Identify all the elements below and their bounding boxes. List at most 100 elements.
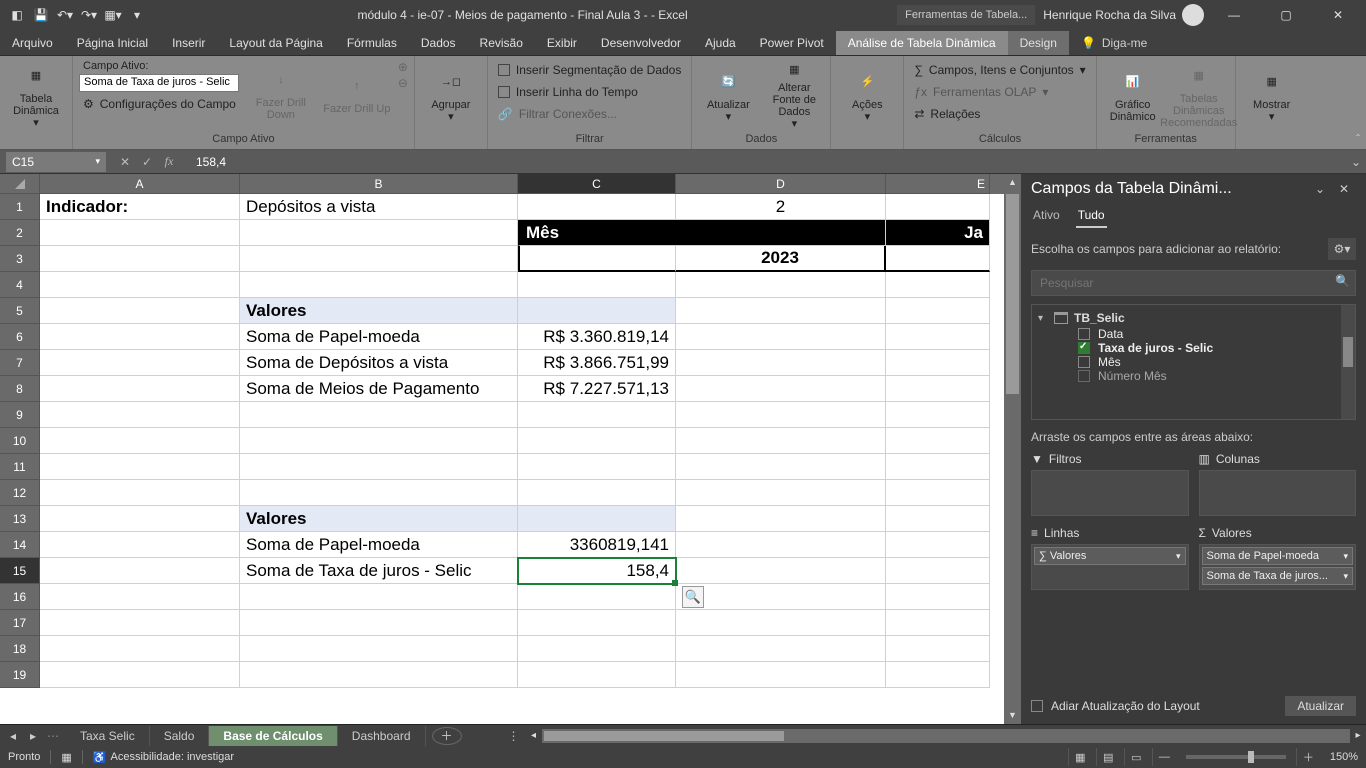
tab-dados[interactable]: Dados	[409, 31, 468, 55]
row-header[interactable]: 6	[0, 324, 40, 350]
fields-items-sets-button[interactable]: ∑Campos, Itens e Conjuntos ▾	[910, 60, 1089, 80]
collapse-ribbon-icon[interactable]: ˆ	[1356, 132, 1360, 146]
refresh-button[interactable]: 🔄Atualizar▾	[698, 60, 758, 130]
sheet-tab-taxa-selic[interactable]: Taxa Selic	[66, 726, 150, 746]
cell[interactable]: R$ 7.227.571,13	[518, 376, 676, 402]
row-header[interactable]: 12	[0, 480, 40, 506]
filter-connections-button[interactable]: 🔗Filtrar Conexões...	[494, 104, 685, 124]
tab-design[interactable]: Design	[1008, 31, 1069, 55]
sheet-tab-saldo[interactable]: Saldo	[150, 726, 210, 746]
row-header[interactable]: 1	[0, 194, 40, 220]
pivot-field-taxa[interactable]: Taxa de juros - Selic	[1032, 341, 1355, 355]
expand-formula-bar-icon[interactable]: ⌄	[1346, 155, 1366, 169]
cell[interactable]: Ja	[886, 220, 990, 246]
vertical-scrollbar[interactable]: ▲ ▼	[1004, 174, 1021, 724]
pivot-pane-menu-icon[interactable]: ⌄	[1308, 182, 1332, 196]
drop-filtros[interactable]	[1031, 470, 1189, 516]
qat-more-icon[interactable]: ▦▾	[102, 4, 124, 26]
pivot-tab-tudo[interactable]: Tudo	[1076, 204, 1107, 228]
accept-formula-icon[interactable]: ✓	[138, 155, 156, 169]
accessibility-status[interactable]: Acessibilidade: investigar	[111, 751, 235, 763]
pivot-field-data[interactable]: Data	[1032, 327, 1355, 341]
pivot-pane-close-icon[interactable]: ✕	[1332, 182, 1356, 196]
checkbox[interactable]	[1078, 370, 1090, 382]
pivot-layout-gear-icon[interactable]: ⚙▾	[1328, 238, 1356, 260]
formula-input[interactable]: 158,4	[188, 155, 1346, 169]
cell[interactable]: 2023	[676, 246, 886, 272]
tab-ajuda[interactable]: Ajuda	[693, 31, 748, 55]
zoom-out-button[interactable]: —	[1152, 748, 1176, 766]
cell[interactable]: Mês	[518, 220, 886, 246]
close-button[interactable]: ✕	[1316, 0, 1360, 30]
insert-timeline-button[interactable]: Inserir Linha do Tempo	[494, 82, 685, 102]
pivot-search-input[interactable]	[1031, 270, 1356, 296]
drop-linhas[interactable]: ∑ Valores▾	[1031, 544, 1189, 590]
olap-tools-button[interactable]: ƒxFerramentas OLAP ▾	[910, 82, 1089, 102]
cell[interactable]: Soma de Papel-moeda	[240, 324, 518, 350]
expand-field-icon[interactable]: ⊕	[398, 60, 408, 74]
tab-formulas[interactable]: Fórmulas	[335, 31, 409, 55]
pivot-field-list[interactable]: ▾ TB_Selic Data Taxa de juros - Selic Mê…	[1031, 304, 1356, 420]
sheet-nav-first-icon[interactable]: ◂	[4, 729, 22, 743]
drop-valores[interactable]: Soma de Papel-moeda▾ Soma de Taxa de jur…	[1199, 544, 1357, 590]
select-all-button[interactable]	[0, 174, 40, 194]
chevron-down-icon[interactable]: ▾	[1343, 571, 1348, 582]
col-header-B[interactable]: B	[240, 174, 518, 194]
actions-button[interactable]: ⚡Ações▾	[837, 60, 897, 130]
horizontal-scrollbar[interactable]: ⋮ ◂ ▸	[502, 729, 1366, 743]
row-header[interactable]: 17	[0, 610, 40, 636]
view-page-layout-icon[interactable]: ▤	[1096, 748, 1120, 766]
cell[interactable]: R$ 3.866.751,99	[518, 350, 676, 376]
view-page-break-icon[interactable]: ▭	[1124, 748, 1148, 766]
drill-down-button[interactable]: ↓ Fazer Drill Down	[246, 60, 316, 126]
row-header[interactable]: 3	[0, 246, 40, 272]
pivot-field-mes[interactable]: Mês	[1032, 355, 1355, 369]
update-button[interactable]: Atualizar	[1285, 696, 1356, 716]
quick-analysis-button[interactable]: 🔍	[682, 586, 704, 608]
checkbox[interactable]	[1078, 356, 1090, 368]
split-handle-icon[interactable]: ⋮	[502, 729, 526, 743]
group-button[interactable]: →◻ Agrupar▾	[421, 60, 481, 130]
tab-arquivo[interactable]: Arquivo	[0, 31, 65, 55]
cancel-formula-icon[interactable]: ✕	[116, 155, 134, 169]
tab-power-pivot[interactable]: Power Pivot	[748, 31, 836, 55]
col-header-E[interactable]: E	[886, 174, 990, 194]
accessibility-icon[interactable]: ♿	[93, 751, 107, 764]
tab-layout[interactable]: Layout da Página	[217, 31, 334, 55]
drill-up-button[interactable]: ↑ Fazer Drill Up	[322, 60, 392, 126]
tab-desenvolvedor[interactable]: Desenvolvedor	[589, 31, 693, 55]
field-settings-button[interactable]: ⚙Configurações do Campo	[79, 94, 240, 114]
chevron-down-icon[interactable]: ▾	[1343, 551, 1348, 562]
checkbox[interactable]	[1078, 328, 1090, 340]
tab-analise-tabela-dinamica[interactable]: Análise de Tabela Dinâmica	[836, 31, 1008, 55]
sheet-tab-base-calculos[interactable]: Base de Cálculos	[209, 726, 337, 746]
chip-taxa-juros[interactable]: Soma de Taxa de juros...▾	[1202, 567, 1354, 585]
cell[interactable]: Soma de Papel-moeda	[240, 532, 518, 558]
row-header[interactable]: 9	[0, 402, 40, 428]
row-header[interactable]: 4	[0, 272, 40, 298]
scroll-up-icon[interactable]: ▲	[1004, 174, 1021, 191]
row-header[interactable]: 16	[0, 584, 40, 610]
autosave-icon[interactable]: ◧	[6, 4, 28, 26]
name-box[interactable]: C15▾	[6, 152, 106, 172]
cell[interactable]: Soma de Meios de Pagamento	[240, 376, 518, 402]
tell-me[interactable]: 💡 Diga-me	[1069, 31, 1159, 55]
sheet-nav-prev-icon[interactable]: ▸	[24, 729, 42, 743]
row-header[interactable]: 19	[0, 662, 40, 688]
row-header[interactable]: 2	[0, 220, 40, 246]
scroll-left-icon[interactable]: ◂	[526, 730, 542, 741]
row-header[interactable]: 7	[0, 350, 40, 376]
maximize-button[interactable]: ▢	[1264, 0, 1308, 30]
cell[interactable]: Soma de Taxa de juros - Selic	[240, 558, 518, 584]
undo-icon[interactable]: ↶▾	[54, 4, 76, 26]
relationships-button[interactable]: ⇄Relações	[910, 104, 1089, 124]
zoom-slider[interactable]	[1186, 755, 1286, 759]
scroll-thumb[interactable]	[544, 731, 784, 741]
qat-dropdown-icon[interactable]: ▾	[126, 4, 148, 26]
fieldlist-scrollbar[interactable]	[1341, 305, 1355, 419]
row-header[interactable]: 8	[0, 376, 40, 402]
redo-icon[interactable]: ↷▾	[78, 4, 100, 26]
checkbox-checked[interactable]	[1078, 342, 1090, 354]
zoom-in-button[interactable]: ＋	[1296, 748, 1320, 766]
tab-exibir[interactable]: Exibir	[535, 31, 589, 55]
